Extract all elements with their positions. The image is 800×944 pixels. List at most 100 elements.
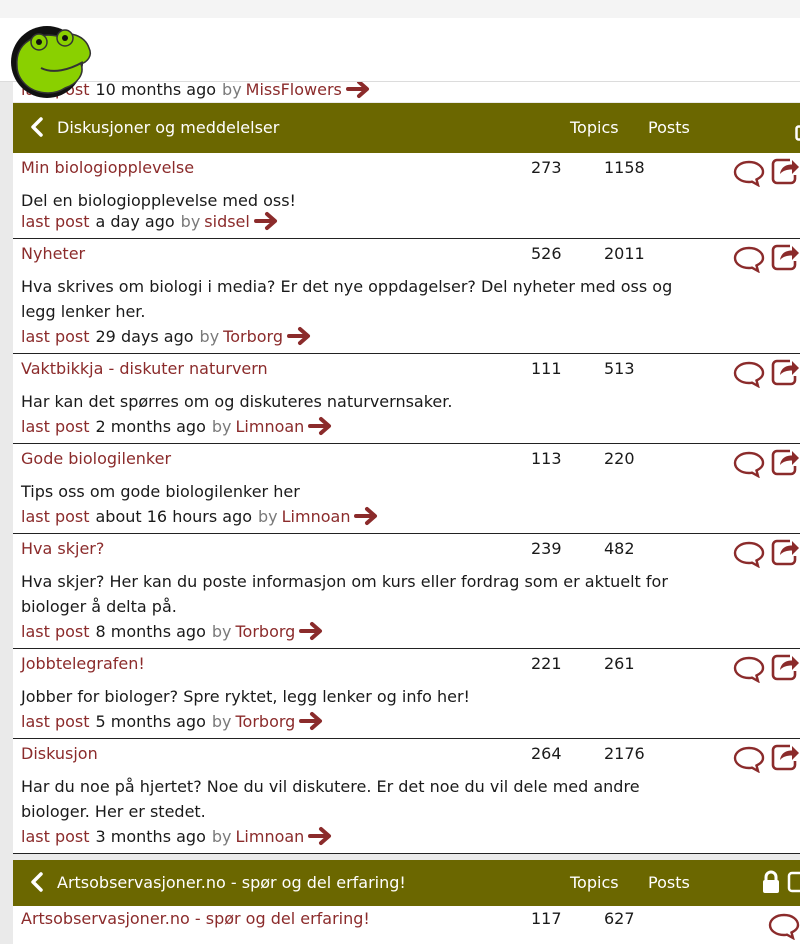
last-post-time: 5 months ago [95,712,206,731]
speech-bubble-icon[interactable] [768,912,800,940]
posts-count: 261 [604,654,635,673]
last-post-time: 3 months ago [95,827,206,846]
forum-row[interactable]: Diskusjon 264 2176 Har du noe på hjertet? N… [13,739,800,854]
forum-row[interactable]: Hva skjer? 239 482 Hva skjer? Her kan du po… [13,534,800,649]
forum-description: Del en biologiopplevelse med oss! [21,191,296,210]
share-arrow-icon[interactable] [770,448,800,476]
topics-count: 239 [531,539,562,558]
by-label: by [258,507,278,526]
forum-row[interactable]: Min biologiopplevelse 273 1158 Del en biolo… [13,153,800,239]
category-header: Artsobservasjoner.no - spør og del erfar… [13,860,800,906]
forum-description: Har kan det spørres om og diskuteres nat… [21,392,453,411]
last-post-time: 8 months ago [95,622,206,641]
last-post-link[interactable]: last post [21,212,90,231]
share-arrow-icon[interactable] [770,157,800,185]
forum-title[interactable]: Diskusjon [21,744,98,763]
posts-count: 482 [604,539,635,558]
topics-count: 117 [531,909,562,928]
forum-row[interactable]: Jobbtelegrafen! 221 261 Jobber for biologer… [13,649,800,739]
forum-title[interactable]: Artsobservasjoner.no - spør og del erfar… [21,909,370,928]
site-header [0,18,800,82]
topics-count: 264 [531,744,562,763]
right-arrow-icon[interactable] [308,416,334,436]
share-arrow-icon[interactable] [770,243,800,271]
speech-bubble-icon[interactable] [733,655,765,684]
last-post-link[interactable]: last post [21,507,90,526]
right-arrow-icon[interactable] [299,711,325,731]
topics-count: 273 [531,158,562,177]
forum-title[interactable]: Min biologiopplevelse [21,158,194,177]
forum-row[interactable]: Vaktbikkja - diskuter naturvern 111 513 Har… [13,354,800,444]
last-post-info: last post 5 months ago by Torborg [21,711,325,731]
last-post-user[interactable]: Limnoan [236,417,305,436]
category-title[interactable]: Artsobservasjoner.no - spør og del erfar… [57,860,406,906]
posts-count: 220 [604,449,635,468]
lock-icon [763,870,779,893]
right-arrow-icon[interactable] [345,82,372,99]
by-label: by [211,712,232,731]
frog-mascot-logo[interactable] [7,22,93,98]
box-icon[interactable] [787,870,800,894]
last-post-link[interactable]: last post [21,712,90,731]
forum-row[interactable]: Gode biologilenker 113 220 Tips oss om gode… [13,444,800,534]
right-arrow-icon[interactable] [287,326,313,346]
by-label: by [222,82,242,99]
last-post-user[interactable]: sidsel [204,212,250,231]
forum-title[interactable]: Vaktbikkja - diskuter naturvern [21,359,268,378]
speech-bubble-icon[interactable] [733,450,765,479]
by-label: by [211,827,232,846]
speech-bubble-icon[interactable] [733,540,765,569]
forum-title[interactable]: Nyheter [21,244,85,263]
last-post-link[interactable]: last post [21,622,90,641]
column-topics: Topics [570,118,619,137]
speech-bubble-icon[interactable] [733,159,765,188]
last-post-time: 29 days ago [95,327,194,346]
speech-bubble-icon[interactable] [733,745,765,774]
forum-description: Hva skrives om biologi i media? Er det n… [21,277,673,321]
chevron-left-icon[interactable] [30,872,44,892]
previous-forum-last-post: last post10 months agobyMissFlowers [13,82,800,102]
category-diskusjoner: Diskusjoner og meddelelser Topics Posts … [13,103,800,854]
last-post-time: 10 months ago [95,82,217,99]
category-title[interactable]: Diskusjoner og meddelelser [57,103,279,153]
last-post-link[interactable]: last post [21,827,90,846]
forum-row[interactable]: Nyheter 526 2011 Hva skrives om biologi i m… [13,239,800,354]
column-posts: Posts [648,873,690,892]
last-post-user[interactable]: MissFlowers [246,82,342,99]
posts-count: 1158 [604,158,645,177]
right-arrow-icon[interactable] [308,826,334,846]
forum-row[interactable]: Artsobservasjoner.no - spør og del erfar… [13,906,800,944]
last-post-user[interactable]: Limnoan [282,507,351,526]
column-topics: Topics [570,873,619,892]
last-post-user[interactable]: Limnoan [236,827,305,846]
by-label: by [211,417,232,436]
right-arrow-icon[interactable] [299,621,325,641]
column-posts: Posts [648,118,690,137]
last-post-link[interactable]: last post [21,417,90,436]
chevron-left-icon[interactable] [30,117,44,137]
last-post-link[interactable]: last post [21,327,90,346]
forum-title[interactable]: Gode biologilenker [21,449,171,468]
speech-bubble-icon[interactable] [733,360,765,389]
topics-count: 111 [531,359,562,378]
box-icon[interactable] [795,125,800,141]
forum-title[interactable]: Hva skjer? [21,539,104,558]
last-post-user[interactable]: Torborg [236,622,296,641]
share-arrow-icon[interactable] [770,358,800,386]
forum-title[interactable]: Jobbtelegrafen! [21,654,145,673]
topics-count: 221 [531,654,562,673]
share-arrow-icon[interactable] [770,538,800,566]
last-post-user[interactable]: Torborg [223,327,283,346]
last-post-user[interactable]: Torborg [236,712,296,731]
right-arrow-icon[interactable] [354,506,380,526]
topics-count: 113 [531,449,562,468]
last-post-info: last post 2 months ago by Limnoan [21,416,334,436]
forum-description: Jobber for biologer? Spre ryktet, legg l… [21,687,470,706]
category-header: Diskusjoner og meddelelser Topics Posts [13,103,800,153]
speech-bubble-icon[interactable] [733,245,765,274]
last-post-info: last post 3 months ago by Limnoan [21,826,334,846]
right-arrow-icon[interactable] [253,211,280,231]
last-post-info: last post 8 months ago by Torborg [21,621,325,641]
share-arrow-icon[interactable] [770,743,800,771]
share-arrow-icon[interactable] [770,653,800,681]
